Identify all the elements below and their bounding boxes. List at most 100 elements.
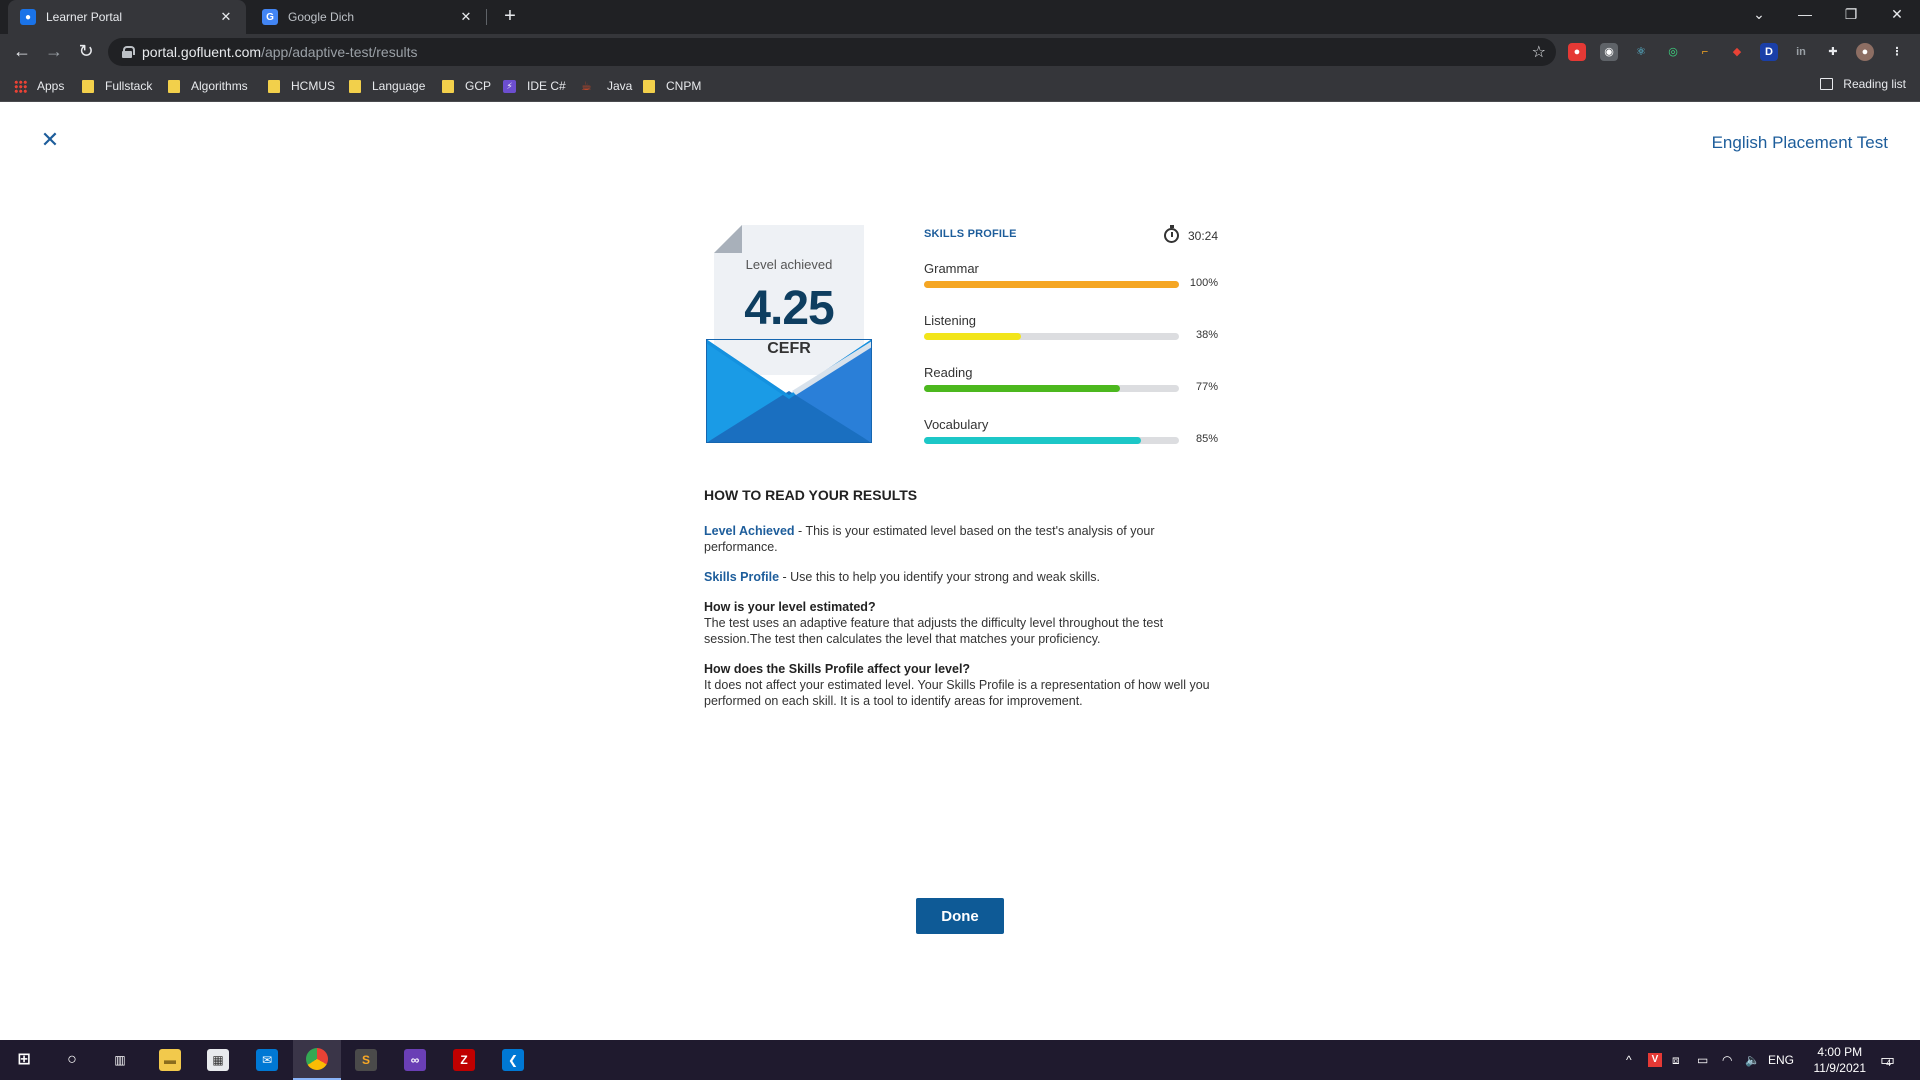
reload-button[interactable]: ↻ — [74, 40, 98, 64]
mail-icon: ✉ — [256, 1049, 278, 1071]
bookmark-algorithms[interactable]: Algorithms — [168, 77, 248, 95]
flash-icon: ⚡ — [503, 79, 516, 93]
search-button[interactable]: ○ — [48, 1040, 96, 1080]
lock-icon[interactable] — [122, 46, 135, 58]
filezilla-icon: Z — [453, 1049, 475, 1071]
bookmark-java[interactable]: ☕ Java — [581, 77, 632, 95]
url-path: /app/adaptive-test/results — [261, 44, 418, 60]
taskbar-file-explorer[interactable]: ▬ — [146, 1040, 194, 1080]
reading-list-icon — [1820, 78, 1834, 90]
new-tab-button[interactable]: + — [498, 5, 522, 29]
visual-studio-icon: ∞ — [404, 1049, 426, 1071]
taskbar-sublime[interactable]: S — [342, 1040, 390, 1080]
extension-orange-icon[interactable]: ⌐ — [1696, 43, 1714, 61]
skill-progress-track — [924, 385, 1179, 392]
tab-separator — [486, 9, 487, 25]
extension-red-icon[interactable]: ● — [1568, 43, 1586, 61]
gofluent-favicon-icon: ● — [20, 9, 36, 25]
bookmark-hcmus[interactable]: HCMUS — [268, 77, 335, 95]
windows-logo-icon: ⊞ — [17, 1051, 31, 1068]
windows-taskbar: ⊞ ○ ▥ ▬ ▦ ✉ S ∞ Z ❮ ^ V ⧈ ▭ ◠ 🔈 ENG 4:00… — [0, 1040, 1920, 1080]
skill-percent: 100% — [1189, 277, 1218, 289]
skills-profile-text: - Use this to help you identify your str… — [779, 570, 1101, 584]
level-label: Level achieved — [745, 257, 833, 272]
bookmark-fullstack[interactable]: Fullstack — [82, 77, 152, 95]
skill-name: Reading — [924, 365, 973, 380]
envelope-icon — [706, 339, 872, 443]
taskbar-visual-studio[interactable]: ∞ — [391, 1040, 439, 1080]
close-icon[interactable]: ✕ — [40, 129, 60, 151]
bookmark-gcp[interactable]: GCP — [442, 77, 491, 95]
reading-list-button[interactable]: Reading list — [1820, 77, 1906, 91]
back-button[interactable]: ← — [10, 40, 34, 64]
bookmark-apps[interactable]: Apps — [14, 77, 64, 95]
done-button[interactable]: Done — [916, 898, 1004, 934]
linkedin-extension-icon[interactable]: in — [1792, 43, 1810, 61]
taskbar-vscode[interactable]: ❮ — [489, 1040, 537, 1080]
extensions-puzzle-icon[interactable]: ✚ — [1824, 43, 1842, 61]
extension-d-icon[interactable]: D — [1760, 43, 1778, 61]
skill-name: Listening — [924, 313, 977, 328]
restore-button[interactable]: ❐ — [1828, 0, 1874, 30]
volume-icon[interactable]: 🔈 — [1745, 1040, 1760, 1080]
tab-close-icon[interactable]: ✕ — [458, 9, 474, 25]
close-window-button[interactable]: ✕ — [1874, 0, 1920, 30]
minimize-button[interactable]: — — [1782, 0, 1828, 30]
taskbar-store[interactable]: ▦ — [194, 1040, 242, 1080]
browser-toolbar: ← → ↻ portal.gofluent.com/app/adaptive-t… — [0, 34, 1920, 70]
notifications-button[interactable]: ▭ 4 — [1880, 1040, 1895, 1080]
system-clock[interactable]: 4:00 PM 11/9/2021 — [1814, 1044, 1867, 1076]
tray-device-icon[interactable]: ⧈ — [1672, 1040, 1680, 1080]
tab-learner-portal[interactable]: ● Learner Portal ✕ — [8, 0, 246, 34]
bookmark-ide-csharp[interactable]: ⚡ IDE C# — [503, 77, 566, 95]
bookmark-label: HCMUS — [291, 79, 335, 93]
profile-avatar[interactable]: ● — [1856, 43, 1874, 61]
search-circle-icon: ○ — [67, 1051, 77, 1068]
faq-question: How is your level estimated? — [704, 600, 876, 614]
level-value: 4.25 — [744, 282, 834, 335]
reading-list-label: Reading list — [1843, 77, 1906, 91]
address-bar[interactable]: portal.gofluent.com/app/adaptive-test/re… — [108, 38, 1556, 66]
skills-profile: SKILLS PROFILE 30:24 Grammar 100% Listen… — [924, 225, 1218, 445]
color-picker-extension-icon[interactable]: ◆ — [1728, 43, 1746, 61]
extension-green-circle-icon[interactable]: ◎ — [1664, 43, 1682, 61]
taskbar-mail[interactable]: ✉ — [243, 1040, 291, 1080]
java-icon: ☕ — [581, 78, 592, 93]
forward-button[interactable]: → — [42, 40, 66, 64]
tab-title: Learner Portal — [46, 10, 123, 24]
tab-search-icon[interactable]: ⌄ — [1736, 0, 1782, 30]
task-view-icon: ▥ — [114, 1053, 126, 1067]
skill-percent: 77% — [1195, 381, 1218, 393]
skill-progress-track — [924, 333, 1179, 340]
task-view-button[interactable]: ▥ — [96, 1040, 144, 1080]
bookmark-language[interactable]: Language — [349, 77, 425, 95]
bookmarks-bar: Apps Fullstack Algorithms HCMUS Language… — [0, 70, 1920, 102]
faq-answer: The test uses an adaptive feature that a… — [704, 616, 1164, 646]
bookmark-label: Algorithms — [191, 79, 248, 93]
browser-tab-strip: ● Learner Portal ✕ G Google Dich ✕ + ⌄ —… — [0, 0, 1920, 34]
react-devtools-icon[interactable]: ⚛ — [1632, 43, 1650, 61]
help-faq-skills: How does the Skills Profile affect your … — [704, 661, 1224, 709]
bookmark-cnpm[interactable]: CNPM — [643, 77, 701, 95]
input-language[interactable]: ENG — [1768, 1040, 1794, 1080]
skill-percent: 38% — [1195, 329, 1218, 341]
bookmark-star-icon[interactable]: ☆ — [1532, 42, 1546, 62]
apps-grid-icon — [14, 79, 27, 93]
tray-vivaldi-icon[interactable]: V — [1648, 1040, 1662, 1080]
battery-icon[interactable]: ▭ — [1697, 1040, 1708, 1080]
skill-progress-fill — [924, 333, 1021, 340]
tab-google-dich[interactable]: G Google Dich ✕ — [250, 0, 486, 34]
letter-fold-corner — [714, 225, 742, 253]
tray-overflow-icon[interactable]: ^ — [1626, 1040, 1632, 1080]
menu-kebab-icon[interactable]: ⋮ — [1888, 43, 1906, 61]
start-button[interactable]: ⊞ — [0, 1040, 48, 1080]
wifi-icon[interactable]: ◠ — [1722, 1040, 1732, 1080]
timer: 30:24 — [1163, 225, 1218, 243]
folder-icon — [268, 79, 280, 93]
taskbar-filezilla[interactable]: Z — [440, 1040, 488, 1080]
sublime-text-icon: S — [355, 1049, 377, 1071]
chrome-icon — [306, 1048, 328, 1070]
taskbar-chrome[interactable] — [293, 1040, 341, 1080]
screenshot-extension-icon[interactable]: ◉ — [1600, 43, 1618, 61]
tab-close-icon[interactable]: ✕ — [218, 9, 234, 25]
